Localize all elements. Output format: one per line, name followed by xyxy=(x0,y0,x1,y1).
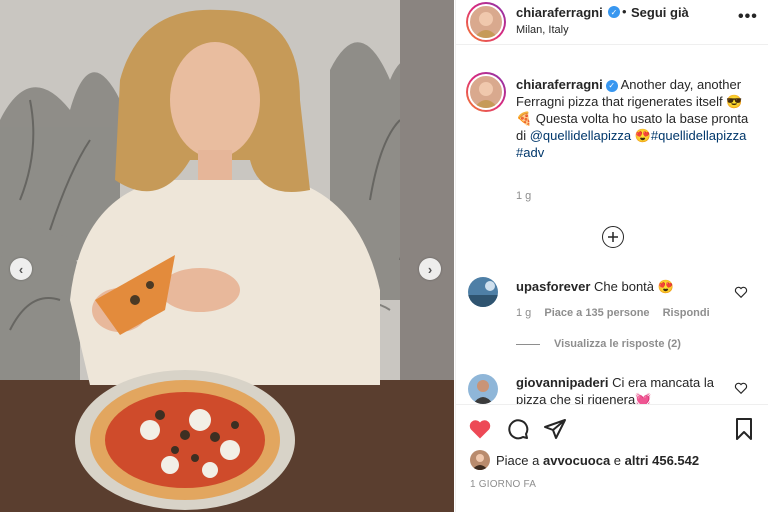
comment-username[interactable]: upasforever xyxy=(516,279,590,294)
commenter-avatar[interactable] xyxy=(468,277,498,307)
liker-avatar[interactable] xyxy=(470,450,490,470)
comment-likes[interactable]: Piace a 135 persone xyxy=(544,307,649,319)
post-side-panel: chiaraferragni ✓ • Segui già Milan, Ital… xyxy=(455,0,768,513)
likes-prefix: Piace a xyxy=(496,453,543,468)
load-more-comments-button[interactable] xyxy=(602,226,624,248)
next-photo-button[interactable]: › xyxy=(419,258,441,280)
plus-icon xyxy=(608,232,618,242)
verified-badge-icon: ✓ xyxy=(605,79,618,92)
comment-emoji: 😍 xyxy=(657,279,674,294)
post-photo: ‹ › xyxy=(0,0,454,512)
caption-username[interactable]: chiaraferragni xyxy=(516,77,603,92)
post-location[interactable]: Milan, Italy xyxy=(516,24,569,36)
comment-username[interactable]: giovannipaderi xyxy=(516,375,608,390)
heart-outline-icon[interactable] xyxy=(734,285,748,299)
heart-outline-icon[interactable] xyxy=(734,381,748,395)
verified-badge-icon: ✓ xyxy=(608,6,620,18)
view-replies-button[interactable]: Visualizza le risposte (2) xyxy=(554,338,681,350)
comment-emoji: 💓 xyxy=(635,392,652,404)
share-icon[interactable] xyxy=(543,417,567,441)
mention-link[interactable]: @quellidellapizza xyxy=(530,128,631,143)
comment-body: Che bontà xyxy=(590,279,658,294)
view-replies-divider xyxy=(516,344,540,345)
separator-dot: • xyxy=(622,4,627,19)
more-options-icon[interactable]: ••• xyxy=(738,8,758,26)
likes-summary: Piace a avvocuoca e altri 456.542 xyxy=(496,453,699,468)
likes-count[interactable]: altri 456.542 xyxy=(625,453,699,468)
commenter-avatar[interactable] xyxy=(468,374,498,404)
comment-icon[interactable] xyxy=(506,417,530,441)
action-bar: Piace a avvocuoca e altri 456.542 1 GIOR… xyxy=(456,404,768,513)
post-timestamp[interactable]: 1 GIORNO FA xyxy=(470,479,536,490)
comment-text: upasforever Che bontà 😍 xyxy=(516,278,736,295)
hashtag-link[interactable]: #adv xyxy=(516,145,544,160)
photo-illustration xyxy=(0,0,454,512)
previous-photo-button[interactable]: ‹ xyxy=(10,258,32,280)
comment-meta: 1 g Piace a 135 persone Rispondi xyxy=(516,307,710,319)
comment-time[interactable]: 1 g xyxy=(516,307,531,319)
likes-mid: e xyxy=(610,453,625,468)
caption-text: chiaraferragni ✓ Another day, another Fer… xyxy=(516,76,752,161)
liked-by-user[interactable]: avvocuoca xyxy=(543,453,610,468)
reply-button[interactable]: Rispondi xyxy=(663,307,710,319)
comment-text: giovannipaderi Ci era mancata la pizza c… xyxy=(516,374,731,404)
follow-status-button[interactable]: Segui già xyxy=(631,5,689,20)
heart-filled-icon[interactable] xyxy=(468,417,492,441)
hashtag-link[interactable]: #quellidellapizza xyxy=(651,128,746,143)
caption-emoji-b: 😍 xyxy=(631,128,651,143)
post-header: chiaraferragni ✓ • Segui già Milan, Ital… xyxy=(456,0,768,45)
bookmark-icon[interactable] xyxy=(732,417,756,441)
caption-avatar[interactable] xyxy=(466,72,506,112)
author-username[interactable]: chiaraferragni xyxy=(516,5,603,20)
author-avatar[interactable] xyxy=(466,2,506,42)
caption-time[interactable]: 1 g xyxy=(516,190,531,202)
